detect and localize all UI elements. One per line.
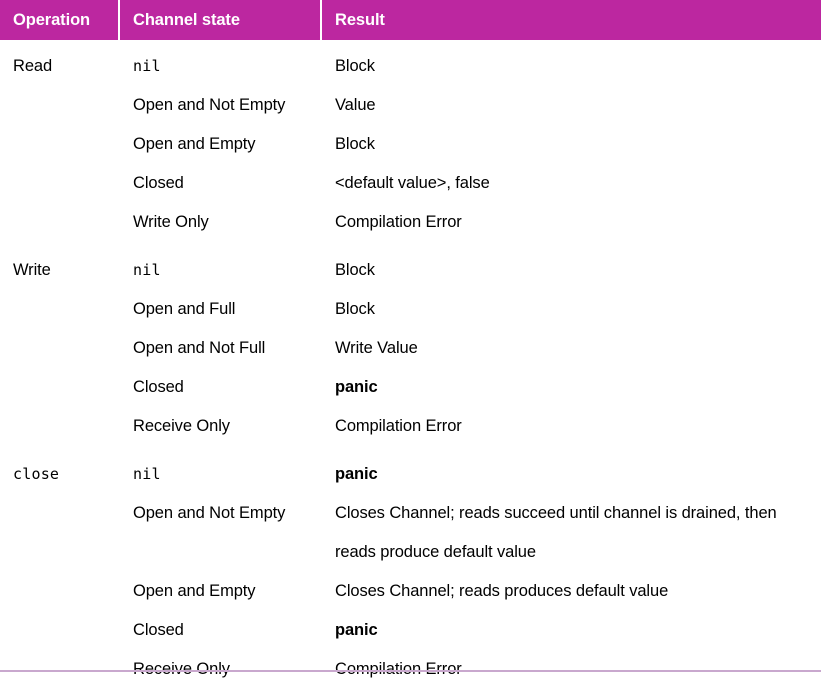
table-row: Write Only Compilation Error: [0, 203, 821, 242]
cell-channel-state: Closed: [133, 621, 184, 639]
table-row: Write nil Block: [0, 251, 821, 290]
table-row: Open and Empty Block: [0, 125, 821, 164]
cell-result: panic: [335, 378, 378, 396]
cell-operation: Read: [13, 57, 53, 75]
cell-channel-state: Open and Full: [133, 300, 236, 318]
cell-result: Block: [335, 261, 375, 279]
cell-channel-state: Open and Not Full: [133, 339, 266, 357]
table-row: Open and Full Block: [0, 290, 821, 329]
cell-result: Closes Channel; reads succeed until chan…: [335, 504, 777, 561]
cell-result: Compilation Error: [335, 417, 462, 435]
cell-channel-state: Open and Empty: [133, 135, 256, 153]
table-row: Read nil Block: [0, 47, 821, 86]
cell-result: Compilation Error: [335, 213, 462, 231]
table-row: close nil panic: [0, 455, 821, 494]
cell-channel-state: Receive Only: [133, 417, 230, 435]
cell-channel-state: Write Only: [133, 213, 209, 231]
cell-result: Block: [335, 135, 375, 153]
cell-channel-state: nil: [133, 261, 161, 279]
cell-result: Compilation Error: [335, 660, 462, 678]
cell-channel-state: Open and Empty: [133, 582, 256, 600]
cell-channel-state: nil: [133, 57, 161, 75]
table-body: Read nil Block Open and Not Empty Value Open …: [0, 47, 821, 681]
cell-result: Write Value: [335, 339, 418, 357]
cell-result: panic: [335, 621, 378, 639]
table-row: Open and Empty Closes Channel; reads prod…: [0, 572, 821, 611]
cell-result: Closes Channel; reads produces default v…: [335, 582, 669, 600]
cell-result: Block: [335, 57, 375, 75]
cell-result: <default value>, false: [335, 174, 490, 192]
column-header-channel-state: Channel state: [120, 0, 322, 40]
table-row: Closed panic: [0, 611, 821, 650]
table-row: Closed <default value>, false: [0, 164, 821, 203]
cell-channel-state: Closed: [133, 378, 184, 396]
table-row: Open and Not Empty Closes Channel; reads …: [0, 494, 821, 572]
cell-result: Block: [335, 300, 375, 318]
table-bottom-rule: [0, 670, 821, 672]
channel-operations-table: Operation Channel state Result Read nil Bl…: [0, 0, 821, 681]
table-header-row: Operation Channel state Result: [0, 0, 821, 40]
cell-channel-state: Receive Only: [133, 660, 230, 678]
column-header-result: Result: [335, 11, 385, 29]
table-row: Receive Only Compilation Error: [0, 407, 821, 446]
cell-channel-state: Closed: [133, 174, 184, 192]
cell-result: panic: [335, 465, 378, 483]
cell-channel-state: nil: [133, 465, 161, 483]
column-header-operation: Operation: [0, 0, 120, 40]
cell-operation: close: [13, 465, 60, 483]
table-row: Closed panic: [0, 368, 821, 407]
cell-result: Value: [335, 96, 376, 114]
cell-channel-state: Open and Not Empty: [133, 96, 286, 114]
cell-channel-state: Open and Not Empty: [133, 504, 286, 522]
table-row: Receive Only Compilation Error: [0, 650, 821, 681]
cell-operation: Write: [13, 261, 51, 279]
table-row: Open and Not Full Write Value: [0, 329, 821, 368]
table-row: Open and Not Empty Value: [0, 86, 821, 125]
